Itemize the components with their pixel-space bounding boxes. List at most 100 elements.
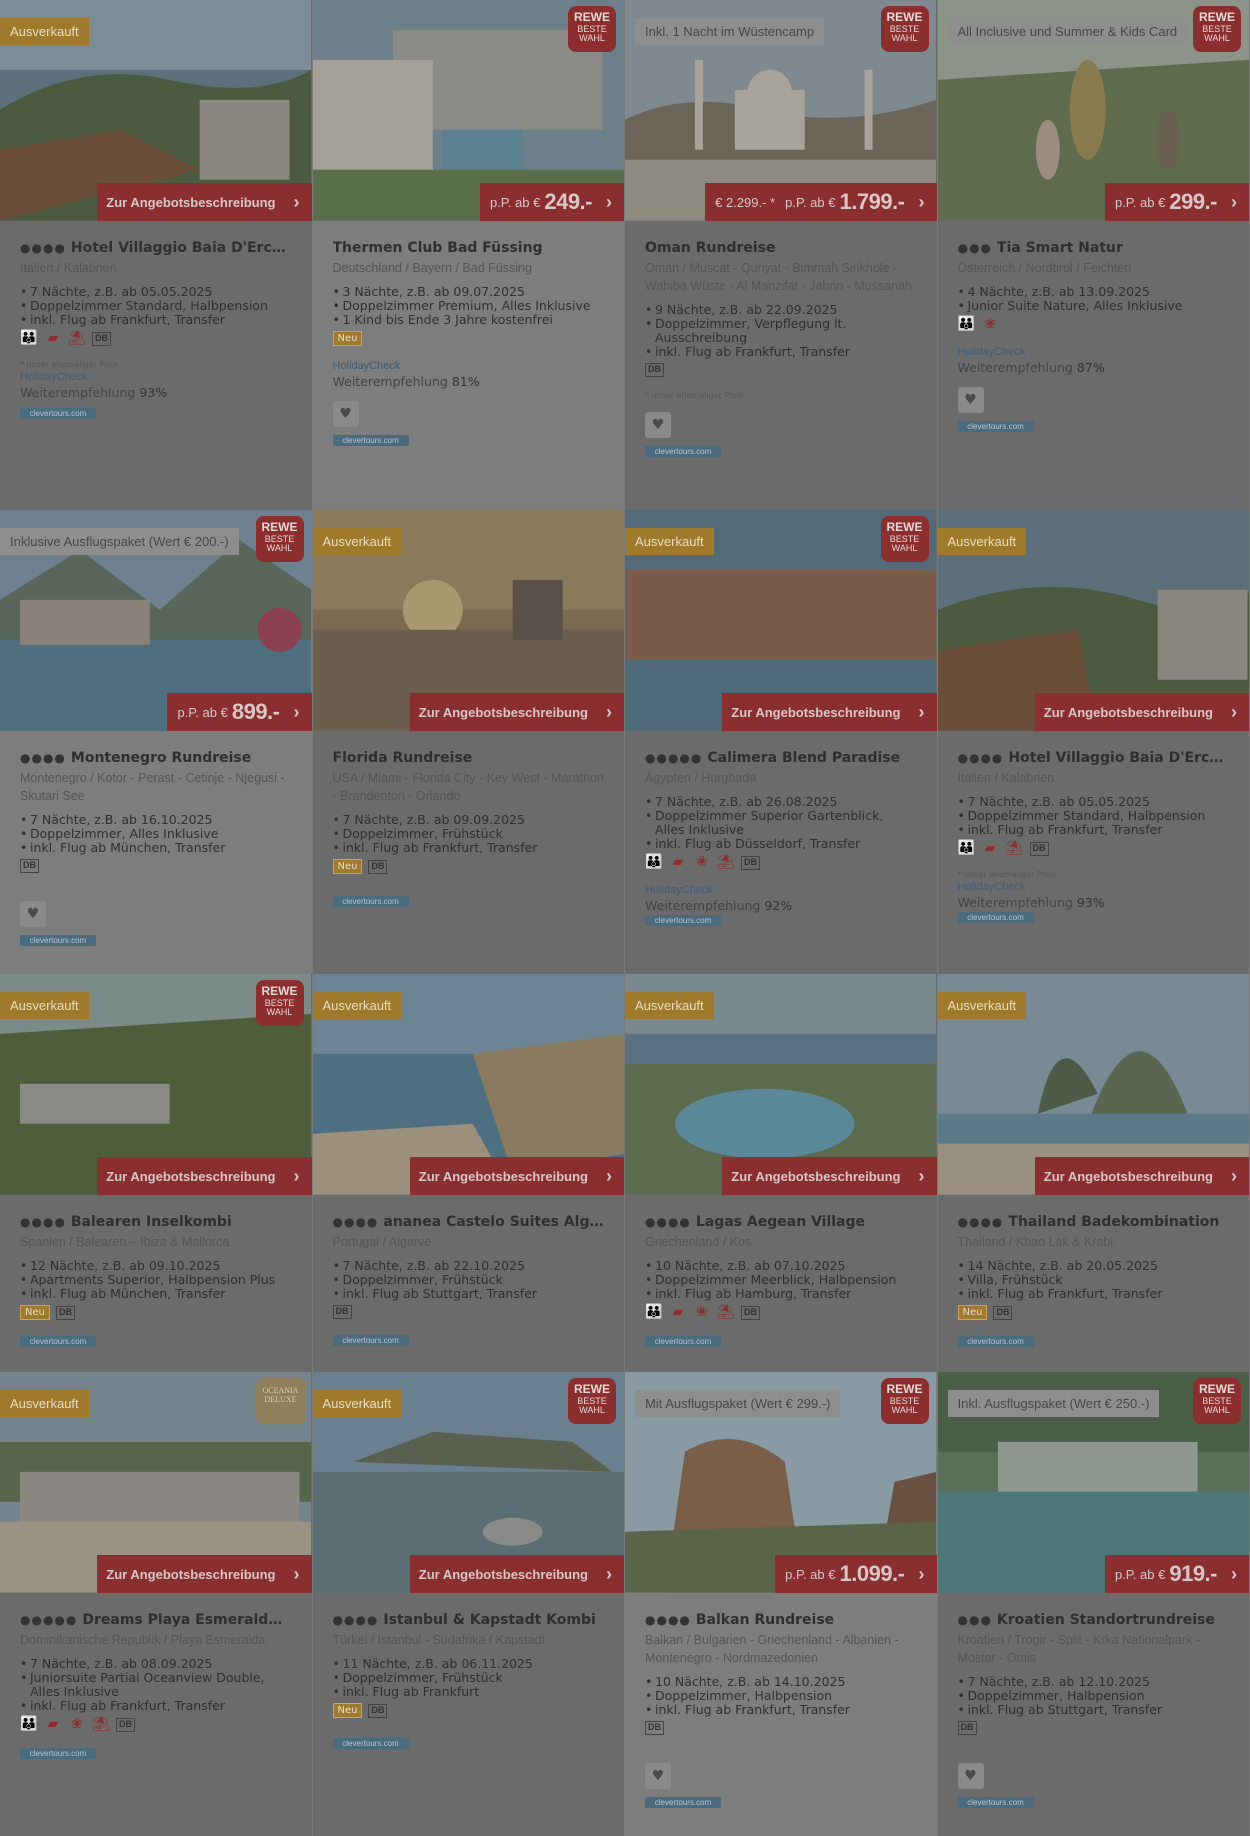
offer-body: Oman Rundreise Oman / Muscat - Quriyat -… <box>625 221 937 510</box>
offer-card[interactable]: Inkl. 1 Nacht im Wüstencamp REWE BESTE WA… <box>625 0 938 510</box>
holidaycheck-logo: HolidayCheck <box>957 881 1026 893</box>
offer-title[interactable]: ●●● Tia Smart Natur <box>958 240 1230 256</box>
offer-image[interactable]: Inkl. Ausflugspaket (Wert € 250.-) REWE B… <box>937 1372 1249 1593</box>
former-price-note: * unser ehemaliger Preis <box>645 391 744 400</box>
spa-lotus-icon: ❀ <box>696 1304 708 1320</box>
promo-badge: Inkl. Ausflugspaket (Wert € 250.-) <box>947 1390 1160 1417</box>
clevertours-logo: clevertours.com <box>332 435 409 446</box>
offer-details-button[interactable]: Zur Angebotsbeschreibung › <box>1034 693 1249 731</box>
offer-image[interactable]: Ausverkauft REWE BESTE WAHL Zur Angebotsb… <box>625 510 937 731</box>
offer-title[interactable]: ●●●● Hotel Villaggio Baia D'Ercole <box>958 750 1230 766</box>
offer-body: ●●●● Montenegro Rundreise Montenegro / Ko… <box>0 731 312 974</box>
offer-details-button[interactable]: Zur Angebotsbeschreibung › <box>409 1555 624 1593</box>
favorite-heart-button[interactable]: ♥ <box>645 412 671 438</box>
favorite-heart-button[interactable]: ♥ <box>332 401 359 427</box>
former-price-note: * unser ehemaliger Preis <box>20 360 119 369</box>
offer-image[interactable]: Ausverkauft Zur Angebotsbeschreibung › <box>625 974 937 1195</box>
offer-row: Ausverkauft OCEANIA DELUXE Zur Angebotsb… <box>0 1372 1250 1836</box>
offer-title[interactable]: Florida Rundreise <box>333 750 605 766</box>
offer-location: Portugal / Algarve <box>332 1235 432 1249</box>
favorite-heart-button[interactable]: ♥ <box>957 387 984 413</box>
price-button[interactable]: p.P. ab €249.- › <box>479 183 624 221</box>
offer-body: Thermen Club Bad Füssing Deutschland / B… <box>313 221 625 510</box>
offer-title[interactable]: ●●●● Istanbul & Kapstadt Kombi <box>333 1612 605 1628</box>
price-button[interactable]: € 2.299.- * p.P. ab €1.799.- › <box>705 183 937 221</box>
offer-details-button[interactable]: Zur Angebotsbeschreibung › <box>722 1157 937 1195</box>
offer-title[interactable]: ●●●● Balkan Rundreise <box>645 1612 917 1628</box>
offer-title[interactable]: ●●●● ananea Castelo Suites Algarve <box>333 1214 605 1230</box>
offer-title[interactable]: ●●●● Montenegro Rundreise <box>20 750 292 766</box>
offer-details-button[interactable]: Zur Angebotsbeschreibung › <box>1034 1157 1249 1195</box>
clevertours-logo: clevertours.com <box>957 421 1034 432</box>
offer-card[interactable]: Ausverkauft REWE BESTE WAHL Zur Angebotsb… <box>0 974 313 1372</box>
offer-image[interactable]: Ausverkauft OCEANIA DELUXE Zur Angebotsb… <box>0 1372 312 1593</box>
offer-details-button[interactable]: Zur Angebotsbeschreibung › <box>97 1157 312 1195</box>
offer-title[interactable]: ●●●●● Calimera Blend Paradise <box>645 750 917 766</box>
favorite-heart-button[interactable]: ♥ <box>20 901 46 927</box>
offer-card[interactable]: Ausverkauft Zur Angebotsbeschreibung › ●●… <box>625 974 938 1372</box>
offer-title[interactable]: ●●●● Hotel Villaggio Baia D'Ercole <box>20 240 292 256</box>
offer-location: Dominikanische Republik / Playa Esmerald… <box>20 1633 266 1647</box>
offer-card[interactable]: Inklusive Ausflugspaket (Wert € 200.-) R… <box>0 510 313 974</box>
offer-details-button[interactable]: Zur Angebotsbeschreibung › <box>97 1555 312 1593</box>
offer-image[interactable]: REWE BESTE WAHL p.P. ab €249.- › <box>312 0 624 221</box>
offer-card[interactable]: REWE BESTE WAHL p.P. ab €249.- › Thermen C… <box>312 0 625 510</box>
offer-image[interactable]: Ausverkauft Zur Angebotsbeschreibung › <box>312 974 624 1195</box>
offer-image[interactable]: Ausverkauft Zur Angebotsbeschreibung › <box>937 510 1249 731</box>
offer-image[interactable]: Ausverkauft Zur Angebotsbeschreibung › <box>937 974 1249 1195</box>
offer-facts: 3 Nächte, z.B. ab 09.07.2025 Doppelzimme… <box>333 285 605 328</box>
offer-title[interactable]: ●●●● Lagas Aegean Village <box>645 1214 917 1230</box>
offer-card[interactable]: Ausverkauft REWE BESTE WAHL Zur Angebotsb… <box>312 1372 625 1836</box>
offer-image[interactable]: Ausverkauft REWE BESTE WAHL Zur Angebotsb… <box>0 974 312 1195</box>
spa-lotus-icon: ❀ <box>984 316 997 332</box>
offer-card[interactable]: Inkl. Ausflugspaket (Wert € 250.-) REWE B… <box>937 1372 1250 1836</box>
offer-image[interactable]: Mit Ausflugspaket (Wert € 299.-) REWE BES… <box>625 1372 937 1593</box>
offer-card[interactable]: Ausverkauft Zur Angebotsbeschreibung › ●●… <box>312 974 625 1372</box>
offer-card[interactable]: All Inclusive und Summer & Kids Card REW… <box>937 0 1250 510</box>
sold-out-badge: Ausverkauft <box>625 992 714 1019</box>
offer-image[interactable]: Inklusive Ausflugspaket (Wert € 200.-) R… <box>0 510 312 731</box>
offer-title[interactable]: Oman Rundreise <box>645 240 917 256</box>
offer-image[interactable]: Inkl. 1 Nacht im Wüstencamp REWE BESTE WA… <box>625 0 937 221</box>
offer-details-button[interactable]: Zur Angebotsbeschreibung › <box>722 693 937 731</box>
offer-body: ●●●● Lagas Aegean Village Griechenland / … <box>625 1195 937 1372</box>
price-button[interactable]: p.P. ab €299.- › <box>1104 183 1249 221</box>
price-button[interactable]: p.P. ab €1.099.- › <box>775 1555 937 1593</box>
offer-title[interactable]: ●●● Kroatien Standortrundreise <box>958 1612 1230 1628</box>
star-rating: ●●●●● <box>20 1613 78 1627</box>
offer-title[interactable]: ●●●● Thailand Badekombination <box>958 1214 1230 1230</box>
offer-image[interactable]: Ausverkauft Zur Angebotsbeschreibung › <box>0 0 312 221</box>
offer-image[interactable]: Ausverkauft REWE BESTE WAHL Zur Angebotsb… <box>312 1372 624 1593</box>
offer-image[interactable]: Ausverkauft Zur Angebotsbeschreibung › <box>312 510 624 731</box>
offer-body: Florida Rundreise USA / Miami - Florida … <box>313 731 625 974</box>
sunbed-icon: ▰ <box>672 1304 684 1320</box>
offer-title[interactable]: Thermen Club Bad Füssing <box>333 240 605 256</box>
favorite-heart-button[interactable]: ♥ <box>957 1763 984 1789</box>
offer-details-button[interactable]: Zur Angebotsbeschreibung › <box>409 693 624 731</box>
offer-title[interactable]: ●●●●●Dreams Playa Esmeralda Re... <box>20 1612 292 1628</box>
offer-body: ●●●● Hotel Villaggio Baia D'Ercole Italie… <box>0 221 312 510</box>
rewe-beste-wahl-badge: REWE BESTE WAHL <box>1193 1378 1241 1424</box>
offer-card[interactable]: Ausverkauft Zur Angebotsbeschreibung › ●●… <box>0 0 313 510</box>
amenity-icons: 👪 ▰ ❀ ⛱ DB <box>645 1305 917 1320</box>
offer-image[interactable]: All Inclusive und Summer & Kids Card REW… <box>937 0 1249 221</box>
rewe-beste-wahl-badge: REWE BESTE WAHL <box>880 1378 929 1424</box>
price-button[interactable]: p.P. ab €919.- › <box>1104 1555 1249 1593</box>
offer-details-button[interactable]: Zur Angebotsbeschreibung › <box>97 183 312 221</box>
offer-details-button[interactable]: Zur Angebotsbeschreibung › <box>409 1157 624 1195</box>
offer-card[interactable]: Ausverkauft Zur Angebotsbeschreibung › ●●… <box>937 974 1250 1372</box>
offer-card[interactable]: Ausverkauft Zur Angebotsbeschreibung › ●●… <box>937 510 1250 974</box>
favorite-heart-button[interactable]: ♥ <box>645 1763 671 1789</box>
star-rating: ●●●● <box>332 1613 379 1627</box>
family-icon: 👪 <box>20 330 38 346</box>
offer-location: Thailand / Khao Lak & Krabi <box>957 1235 1114 1249</box>
price-button[interactable]: p.P. ab €899.- › <box>167 693 312 731</box>
offer-card[interactable]: Ausverkauft Zur Angebotsbeschreibung › Fl… <box>312 510 625 974</box>
offer-card[interactable]: Ausverkauft OCEANIA DELUXE Zur Angebotsb… <box>0 1372 313 1836</box>
offer-card[interactable]: Ausverkauft REWE BESTE WAHL Zur Angebotsb… <box>625 510 938 974</box>
offer-facts: 10 Nächte, z.B. ab 14.10.2025 Doppelzimm… <box>645 1675 917 1718</box>
chevron-right-icon: › <box>293 701 300 722</box>
offer-title[interactable]: ●●●● Balearen Inselkombi <box>20 1214 292 1230</box>
beach-umbrella-icon: ⛱ <box>68 330 86 346</box>
offer-card[interactable]: Mit Ausflugspaket (Wert € 299.-) REWE BES… <box>625 1372 938 1836</box>
